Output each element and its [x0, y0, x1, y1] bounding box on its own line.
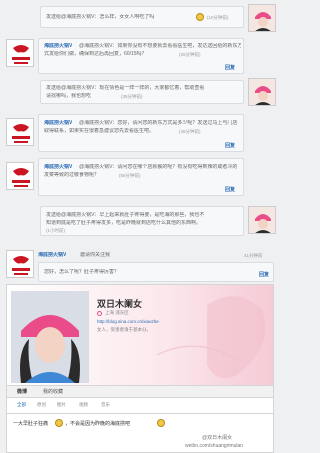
reply-link[interactable]: 回复: [225, 64, 235, 71]
message-text: 取得联系，如果实在很着急建议您先去看医生吧。: [44, 128, 155, 134]
reply-link[interactable]: 回复: [225, 186, 235, 193]
message-time: (45分钟前): [179, 129, 201, 134]
sad-emoji-icon: [157, 419, 165, 427]
profile-bio: 女人，受患者请于基本分。: [97, 327, 151, 332]
profile-tabs: 微博 我的收藏: [6, 386, 274, 398]
profile-location: 上海 浦东区: [105, 310, 129, 315]
message-text: @海底捞火锅V：请问您在哪个店就餐的呢？有没有吃得到辣的或者冷的: [79, 164, 238, 170]
brand-avatar[interactable]: [6, 162, 34, 190]
sender-name: 海底捞火锅V: [44, 120, 73, 126]
sender-name: 海底捞火锅V: [44, 164, 73, 170]
message-text: 发菜等致的过敏食物呢？: [44, 172, 100, 178]
sender-name: 海底捞火锅V: [44, 43, 73, 49]
message-time: (10分钟前): [207, 15, 229, 20]
user-avatar[interactable]: [248, 78, 276, 106]
message-time: (35分钟前): [121, 94, 143, 99]
message-text: 发送给@海底捞火锅V：现在情色是一阵一阵的，大家都忆着，帮助查看: [46, 85, 205, 91]
weibo-post: 一大早肚子狂痛 ，不会是因为昨晚的海底捞吧 @双日木阑女 weibo.com/s…: [6, 414, 274, 453]
reply-link[interactable]: 回复: [225, 142, 235, 149]
message-text: 式发给你们做，确保到达后再回复，60/15吗？: [44, 51, 147, 57]
message-text: 发送给@海底捞火锅V：早上起来就肚子疼得要，是吃海的那些，我也不: [46, 212, 205, 218]
message-time: (1小时前): [46, 228, 65, 233]
message-time: (25分钟前): [179, 52, 201, 57]
post-text: 一大早肚子狂痛: [13, 421, 49, 427]
profile-photo[interactable]: [11, 291, 89, 383]
message-item: 您好，怎么了呢？肚子疼得厉害？ 回复: [38, 262, 274, 282]
profile-url[interactable]: http://blog.sina.com.cn/xiaozhe: [97, 319, 159, 324]
filter-images[interactable]: 图片: [57, 402, 66, 408]
tab-weibo[interactable]: 微博: [17, 388, 27, 395]
message-text: 发送给@海底捞火锅V：怎么样，女女人啊吃了吗: [46, 14, 155, 20]
message-text: @海底捞火锅V：您好，请问您的新东方式是多少呢？发送过马上与门店: [79, 120, 238, 126]
brand-avatar[interactable]: [6, 39, 34, 67]
message-item: 海底捞火锅V @海底捞火锅V：如果你没有不想要就去看看医生吧，发达送回给的新东方…: [38, 38, 244, 74]
message-item: 海底捞火锅V @海底捞火锅V：请问您在哪个店就餐的呢？有没有吃得到辣的或者冷的 …: [38, 158, 244, 196]
filter-music[interactable]: 音乐: [101, 402, 110, 408]
post-text: ，不会是因为昨晚的海底捞吧: [65, 421, 131, 427]
smile-emoji-icon: [196, 13, 204, 21]
message-text: 请找哪吗，我也想吃: [46, 93, 92, 99]
sender-name: 海底捞火锅V: [38, 252, 67, 258]
sad-emoji-icon: [55, 419, 63, 427]
invite-text: 邀请你关注我: [80, 252, 111, 258]
brand-avatar[interactable]: [6, 250, 34, 278]
filter-videos[interactable]: 视频: [79, 402, 88, 408]
profile-name: 双日木阑女: [97, 299, 143, 309]
user-avatar[interactable]: [248, 4, 276, 32]
message-text: @海底捞火锅V：如果你没有不想要就去看看医生吧，发达送回给的新东方: [79, 43, 241, 49]
female-icon: [97, 311, 102, 316]
brand-avatar[interactable]: [6, 118, 34, 146]
profile-card: 双日木阑女 上海 浦东区 http://blog.sina.com.cn/xia…: [6, 284, 274, 386]
tab-favorites[interactable]: 我的收藏: [43, 388, 63, 395]
message-item: 发送给@海底捞火锅V：早上起来就肚子疼得要，是吃海的那些，我也不 知道到底是吃了…: [40, 206, 244, 236]
watermark-url: weibo.com/shuangrimulan: [185, 443, 244, 449]
reply-link[interactable]: 回复: [259, 271, 269, 278]
filter-bar: 全部 原创 图片 视频 音乐: [6, 398, 274, 414]
message-time: 41分钟前: [244, 253, 263, 258]
filter-all[interactable]: 全部: [17, 402, 26, 408]
message-item: 海底捞火锅V @海底捞火锅V：您好，请问您的新东方式是多少呢？发送过马上与门店 …: [38, 114, 244, 152]
user-avatar[interactable]: [248, 206, 276, 234]
message-time: (55分钟前): [119, 173, 141, 178]
message-item: 发送给@海底捞火锅V：怎么样，女女人啊吃了吗 (10分钟前): [40, 6, 244, 28]
filter-original[interactable]: 原创: [37, 402, 46, 408]
watermark-user: @双日木阑女: [202, 435, 233, 441]
message-item: 发送给@海底捞火锅V：现在情色是一阵一阵的，大家都忆着，帮助查看 请找哪吗，我也…: [40, 80, 244, 104]
message-text: 您好，怎么了呢？肚子疼得厉害？: [44, 269, 120, 275]
message-text: 知道到底是吃了肚子疼得发多，吃是昨晚就到店吃什么其他的东西啊。: [46, 220, 202, 226]
